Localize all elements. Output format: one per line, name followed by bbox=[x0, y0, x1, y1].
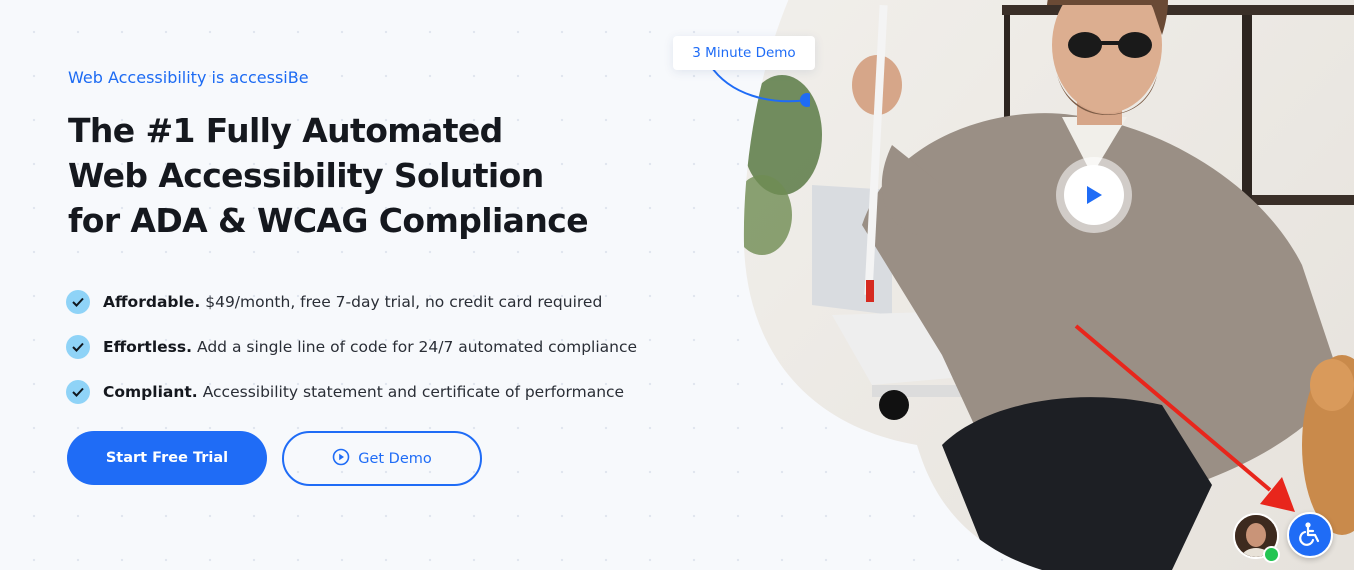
check-icon bbox=[66, 379, 90, 404]
feature-text: Add a single line of code for 24/7 autom… bbox=[197, 337, 638, 356]
feature-title: Affordable. bbox=[103, 292, 201, 311]
start-free-trial-button[interactable]: Start Free Trial bbox=[67, 431, 267, 485]
headline-line-2: Web Accessibility Solution bbox=[68, 156, 544, 195]
check-icon bbox=[66, 289, 90, 314]
feature-item-compliant: Compliant. Accessibility statement and c… bbox=[66, 369, 637, 414]
feature-item-effortless: Effortless. Add a single line of code fo… bbox=[66, 324, 637, 369]
headline-line-1: The #1 Fully Automated bbox=[68, 111, 503, 150]
feature-text: $49/month, free 7-day trial, no credit c… bbox=[205, 292, 603, 311]
feature-title: Effortless. bbox=[103, 337, 193, 356]
decorative-dot bbox=[879, 390, 909, 420]
feature-list: Affordable. $49/month, free 7-day trial,… bbox=[66, 279, 637, 414]
feature-item-affordable: Affordable. $49/month, free 7-day trial,… bbox=[66, 279, 637, 324]
page-title: The #1 Fully Automated Web Accessibility… bbox=[68, 108, 589, 243]
wheelchair-icon bbox=[1297, 520, 1323, 551]
feature-text: Accessibility statement and certificate … bbox=[202, 382, 625, 401]
get-demo-label: Get Demo bbox=[358, 450, 432, 467]
play-icon bbox=[1064, 165, 1124, 225]
accessibility-widget-button[interactable] bbox=[1287, 512, 1333, 558]
play-button[interactable] bbox=[1056, 157, 1132, 233]
eyebrow-text: Web Accessibility is accessiBe bbox=[68, 68, 309, 87]
get-demo-button[interactable]: Get Demo bbox=[282, 431, 482, 486]
headline-line-3: for ADA & WCAG Compliance bbox=[68, 201, 589, 240]
feature-title: Compliant. bbox=[103, 382, 198, 401]
annotation-arrow bbox=[1074, 324, 1295, 512]
check-icon bbox=[66, 334, 90, 359]
online-status-indicator bbox=[1263, 546, 1280, 563]
hero-section: Web Accessibility is accessiBe The #1 Fu… bbox=[0, 0, 1354, 570]
play-circle-icon bbox=[332, 448, 350, 470]
three-minute-demo-tag[interactable]: 3 Minute Demo bbox=[673, 36, 815, 70]
